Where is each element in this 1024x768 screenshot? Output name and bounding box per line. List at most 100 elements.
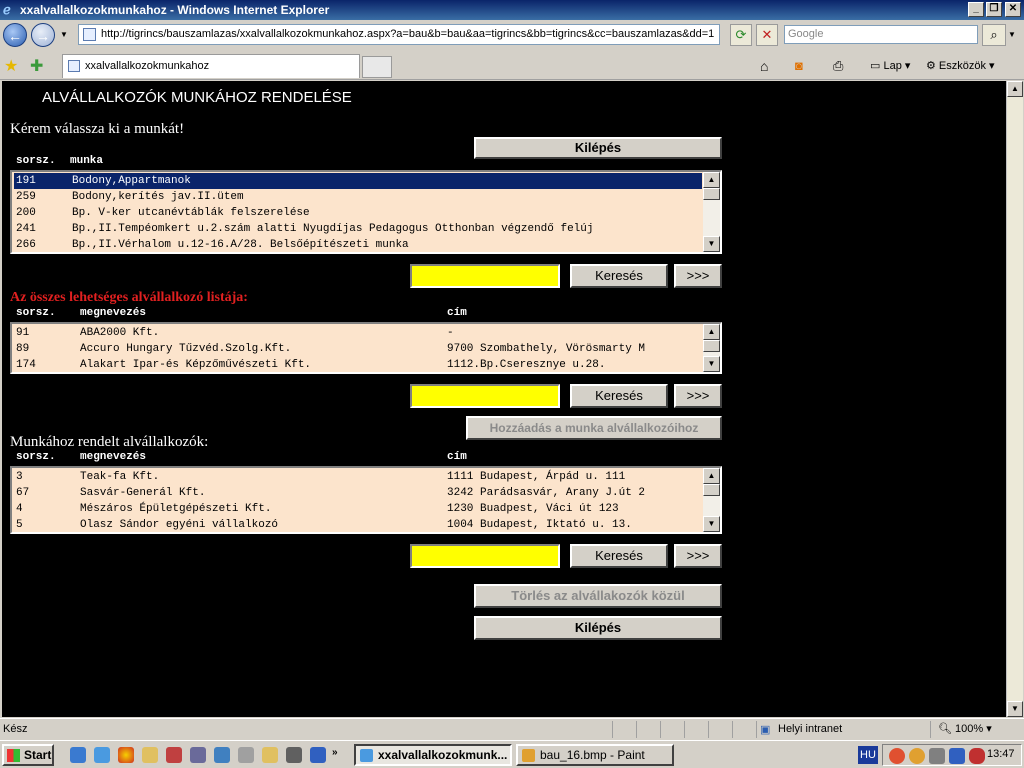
app-icon-5[interactable]	[262, 747, 278, 763]
start-button[interactable]: Start	[2, 744, 54, 766]
scroll-down-icon[interactable]: ▼	[703, 236, 720, 252]
app-icon-6[interactable]	[286, 747, 302, 763]
assigned-list-scrollbar[interactable]: ▲ ▼	[703, 468, 720, 532]
work-listbox[interactable]: 191 Bodony,Appartmanok 259 Bodony,kerítés j…	[10, 170, 722, 254]
assigned-col-addr: cím	[447, 451, 467, 463]
history-dropdown-icon[interactable]: ▼	[60, 30, 68, 39]
search-icon[interactable]: ⌕	[982, 24, 1006, 46]
app-icon-3[interactable]	[214, 747, 230, 763]
chrome-icon[interactable]	[118, 747, 134, 763]
work-next-button[interactable]: >>>	[674, 264, 722, 288]
scroll-thumb[interactable]	[703, 188, 720, 200]
list-item[interactable]: 5 Olasz Sándor egyéni vállalkozó 1004 Buda…	[14, 517, 702, 532]
list-item[interactable]: 266 Bp.,II.Vérhalom u.12-16.A/28. Belsőép…	[14, 237, 702, 252]
zoom-control[interactable]: 🔍︎ 100% ▾	[938, 719, 992, 739]
security-shield-icon[interactable]	[969, 748, 985, 764]
task-paint-label: bau_16.bmp - Paint	[540, 748, 645, 762]
scroll-thumb[interactable]	[703, 340, 720, 352]
search-input[interactable]: Google	[784, 25, 978, 44]
work-search-input[interactable]	[410, 264, 560, 288]
scroll-down-icon[interactable]: ▼	[703, 356, 720, 372]
assigned-search-input[interactable]	[410, 544, 560, 568]
list-item-name: Bodony,Appartmanok	[72, 175, 191, 187]
tray-icon-2[interactable]	[909, 748, 925, 764]
window-title-bar: ℯ xxalvallalkozokmunkahoz - Windows Inte…	[0, 0, 1024, 20]
page-icon	[83, 28, 96, 41]
tray-icon-1[interactable]	[889, 748, 905, 764]
list-item-nr: 91	[16, 327, 30, 339]
scroll-up-icon[interactable]: ▲	[703, 324, 720, 340]
all-search-button[interactable]: Keresés	[570, 384, 668, 408]
refresh-icon[interactable]: ⟳	[730, 24, 752, 46]
page-menu[interactable]: ▭ Lap ▾	[870, 56, 910, 76]
new-tab-button[interactable]	[362, 56, 392, 78]
task-paint-window[interactable]: bau_16.bmp - Paint	[516, 744, 674, 766]
home-icon[interactable]: ⌂	[760, 56, 768, 76]
delete-subcontractor-button[interactable]: Törlés az alvállakozók közül	[474, 584, 722, 608]
assigned-search-button[interactable]: Keresés	[570, 544, 668, 568]
back-button[interactable]: ←	[3, 23, 27, 47]
exit-button-top[interactable]: Kilépés	[474, 137, 722, 159]
feeds-icon[interactable]: ◙	[795, 56, 803, 76]
list-item[interactable]: 89 Accuro Hungary Tűzvéd.Szolg.Kft. 9700 S…	[14, 341, 702, 357]
ie-launch-icon[interactable]	[94, 747, 110, 763]
scroll-up-icon[interactable]: ▲	[703, 172, 720, 188]
list-item[interactable]: 174 Alakart Ipar-és Képzőművészeti Kft. 11…	[14, 357, 702, 372]
app-icon-4[interactable]	[238, 747, 254, 763]
minimize-button[interactable]: _	[968, 2, 984, 17]
list-item[interactable]: 259 Bodony,kerítés jav.II.ütem	[14, 189, 702, 205]
list-item[interactable]: 67 Sasvár-Generál Kft. 3242 Parádsasvár, A…	[14, 485, 702, 501]
quicklaunch-more-icon[interactable]: »	[332, 747, 338, 758]
work-search-button[interactable]: Keresés	[570, 264, 668, 288]
all-next-button[interactable]: >>>	[674, 384, 722, 408]
folder-icon[interactable]	[142, 747, 158, 763]
list-item-nr: 89	[16, 343, 30, 355]
tray-icon-3[interactable]	[929, 748, 945, 764]
list-item-name: Bp.,II.Vérhalom u.12-16.A/28. Belsőépíté…	[72, 239, 409, 251]
favorites-star-icon[interactable]: ★	[4, 56, 18, 76]
close-window-button[interactable]: ✕	[1005, 2, 1021, 17]
add-to-work-button[interactable]: Hozzáadás a munka alvállalkozóihoz	[466, 416, 722, 440]
stop-icon[interactable]: ✕	[756, 24, 778, 46]
scroll-down-icon[interactable]: ▼	[1007, 701, 1023, 717]
exit-button-bottom[interactable]: Kilépés	[474, 616, 722, 640]
assigned-next-button[interactable]: >>>	[674, 544, 722, 568]
all-list-scrollbar[interactable]: ▲ ▼	[703, 324, 720, 372]
app-icon-1[interactable]	[166, 747, 182, 763]
search-options-icon[interactable]: ▼	[1008, 30, 1016, 39]
print-icon[interactable]: ⎙	[833, 56, 843, 76]
app-icon-7[interactable]	[310, 747, 326, 763]
address-input[interactable]: http://tigrincs/bauszamlazas/xxalvallalk…	[78, 24, 720, 45]
network-icon[interactable]	[949, 748, 965, 764]
forward-button[interactable]: →	[31, 23, 55, 47]
list-item[interactable]: 241 Bp.,II.Tempéomkert u.2.szám alatti Ny…	[14, 221, 702, 237]
tab-current[interactable]: xxalvallalkozokmunkahoz	[62, 54, 360, 78]
scroll-up-icon[interactable]: ▲	[1007, 81, 1023, 97]
show-desktop-icon[interactable]	[70, 747, 86, 763]
list-item-name: Alakart Ipar-és Képzőművészeti Kft.	[80, 359, 312, 371]
list-item[interactable]: 4 Mészáros Épületgépészeti Kft. 1230 Buadp…	[14, 501, 702, 517]
app-icon-2[interactable]	[190, 747, 206, 763]
tools-menu[interactable]: ⚙ Eszközök ▾	[926, 56, 995, 76]
scroll-up-icon[interactable]: ▲	[703, 468, 720, 484]
list-item[interactable]: 200 Bp. V-ker utcanévtáblák felszerelése	[14, 205, 702, 221]
task-ie-window[interactable]: xxalvallalkozokmunk...	[354, 744, 512, 766]
start-label: Start	[24, 748, 52, 762]
list-item-name: Sasvár-Generál Kft.	[80, 487, 206, 499]
all-search-input[interactable]	[410, 384, 560, 408]
work-list-scrollbar[interactable]: ▲ ▼	[703, 172, 720, 252]
scroll-thumb[interactable]	[703, 484, 720, 496]
list-item[interactable]: 91 ABA2000 Kft. -	[14, 325, 702, 341]
scroll-down-icon[interactable]: ▼	[703, 516, 720, 532]
list-item[interactable]: 191 Bodony,Appartmanok	[14, 173, 702, 189]
language-indicator[interactable]: HU	[858, 746, 878, 764]
assigned-subcontractors-listbox[interactable]: 3 Teak-fa Kft. 1111 Budapest, Árpád u. 111…	[10, 466, 722, 534]
add-favorites-icon[interactable]: ✚	[30, 56, 43, 76]
all-subcontractors-listbox[interactable]: 91 ABA2000 Kft. - 89 Accuro Hungary Tűzvéd.S…	[10, 322, 722, 374]
maximize-button[interactable]: ❐	[986, 2, 1002, 17]
address-row: ← → ▼ http://tigrincs/bauszamlazas/xxalv…	[0, 20, 1024, 50]
work-list: 191 Bodony,Appartmanok 259 Bodony,kerítés j…	[14, 173, 702, 252]
work-col-nr: sorsz.	[16, 155, 56, 167]
list-item[interactable]: 3 Teak-fa Kft. 1111 Budapest, Árpád u. 111	[14, 469, 702, 485]
page-scrollbar[interactable]: ▲ ▼	[1006, 81, 1023, 717]
